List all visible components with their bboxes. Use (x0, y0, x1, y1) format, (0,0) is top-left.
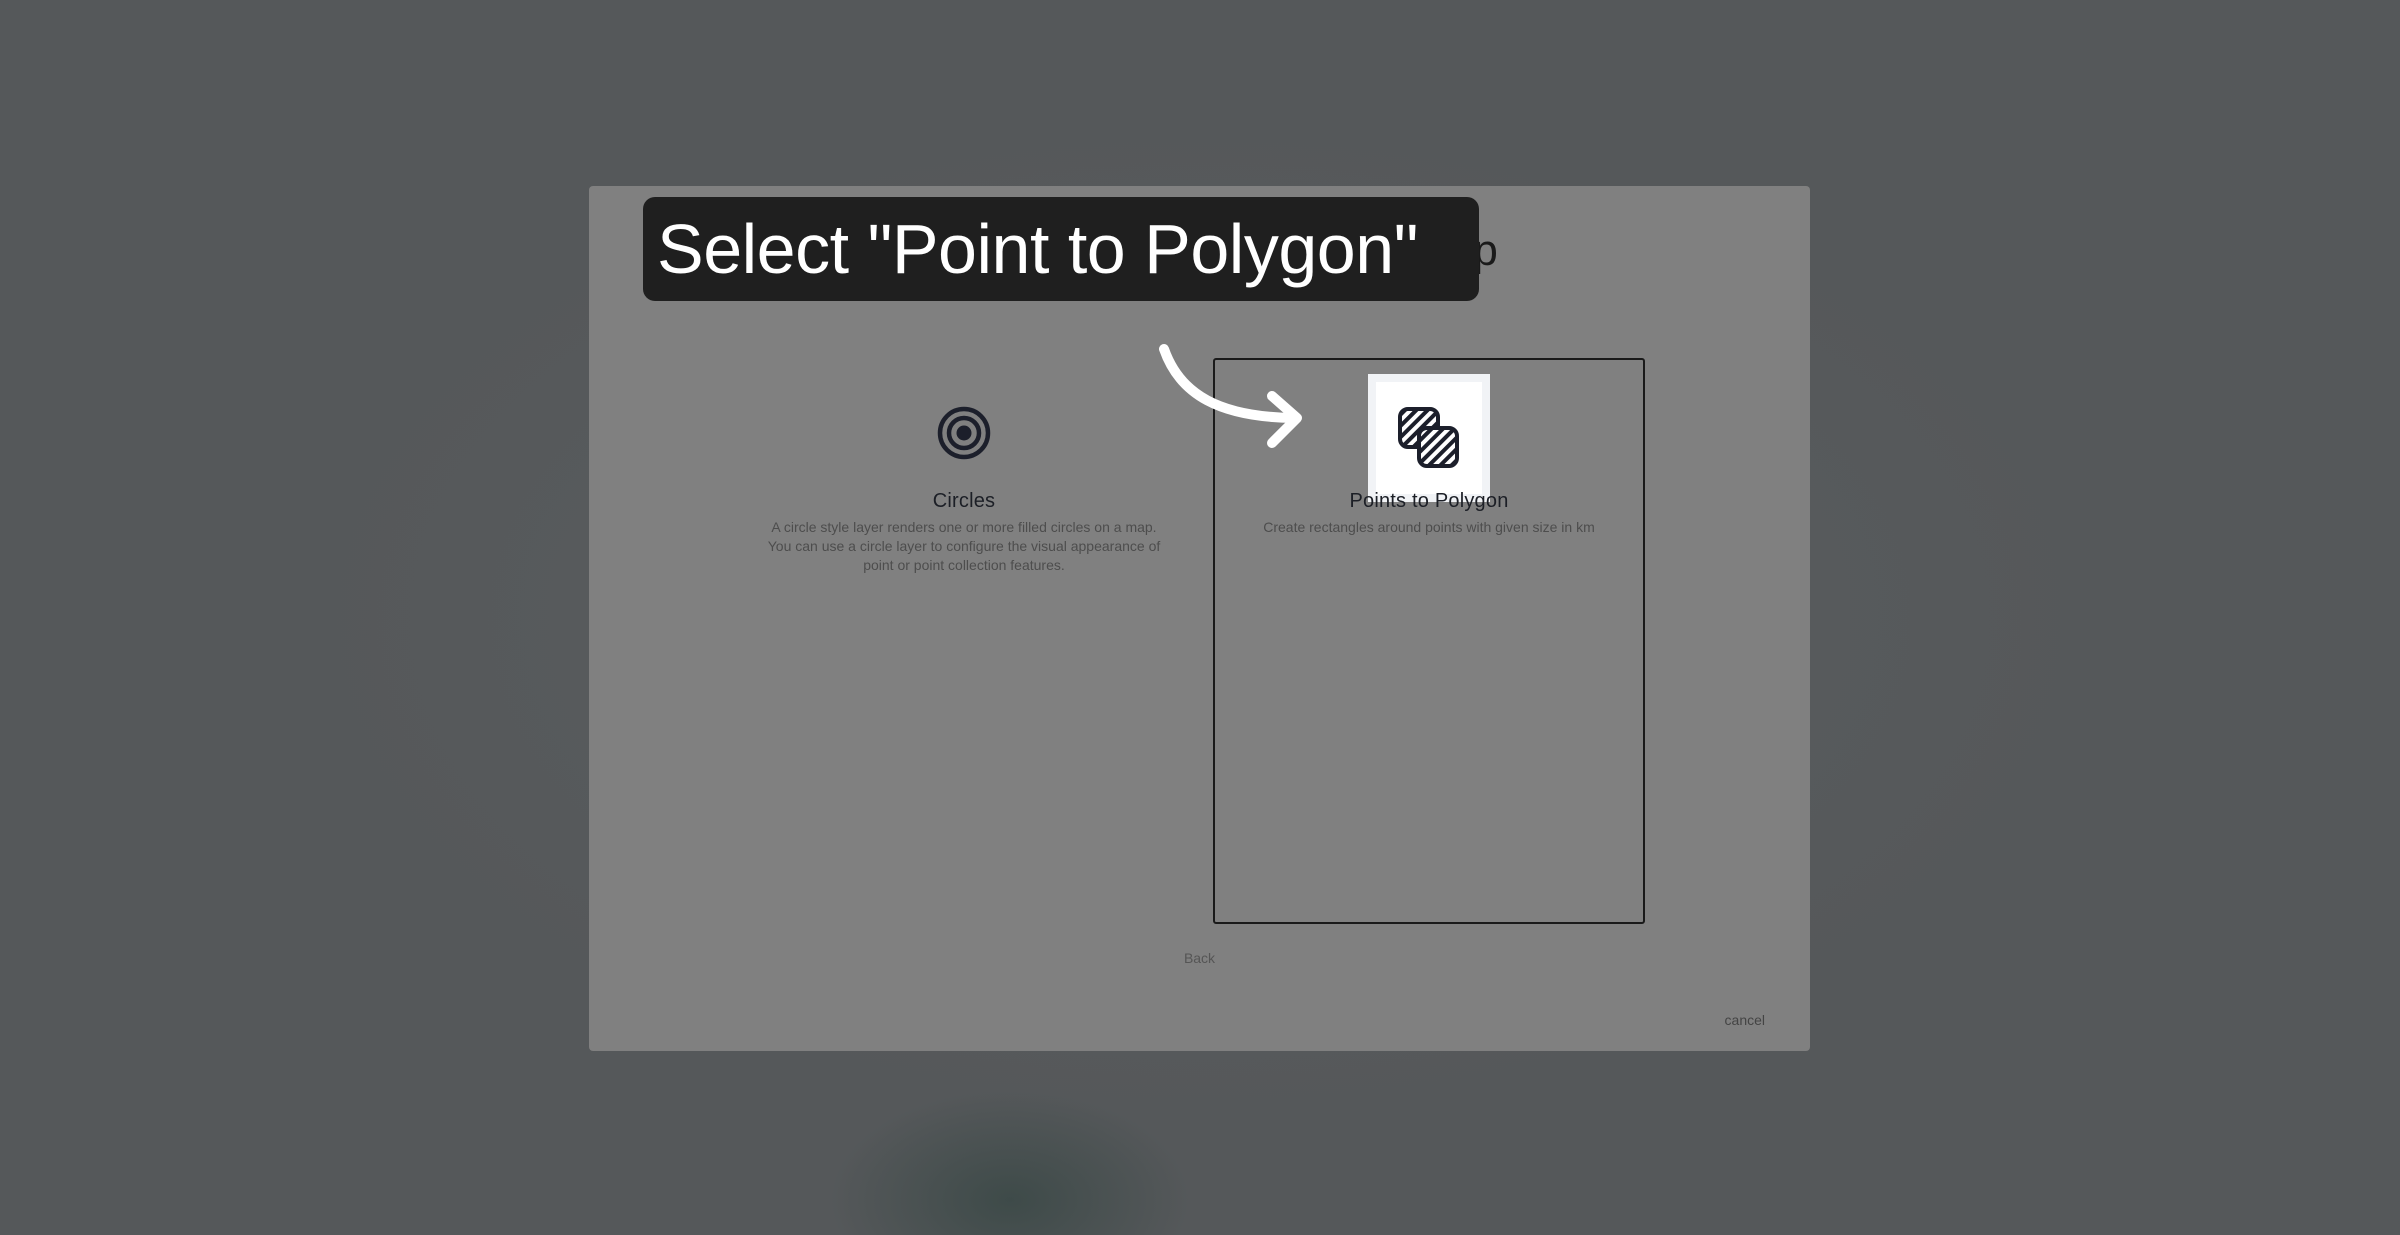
concentric-circles-icon (924, 393, 1004, 473)
tutorial-instruction-text: Select "Point to Polygon" (657, 210, 1419, 288)
layer-option-circles[interactable]: Circles A circle style layer renders one… (754, 358, 1174, 788)
hatched-squares-icon (1368, 374, 1490, 502)
option-description-circles: A circle style layer renders one or more… (767, 519, 1161, 573)
back-button[interactable]: Back (589, 950, 1810, 966)
tutorial-instruction-banner: Select "Point to Polygon" (643, 197, 1479, 301)
option-name-circles: Circles (932, 490, 996, 512)
curved-arrow-icon (1159, 344, 1302, 448)
option-name-points-to-polygon: Points to Polygon (1349, 490, 1509, 512)
cancel-button[interactable]: cancel (1725, 1012, 1765, 1028)
layer-type-modal: Select a layer type for the map Choose h… (589, 186, 1810, 1051)
option-description-points-to-polygon: Create rectangles around points with giv… (1263, 519, 1595, 535)
